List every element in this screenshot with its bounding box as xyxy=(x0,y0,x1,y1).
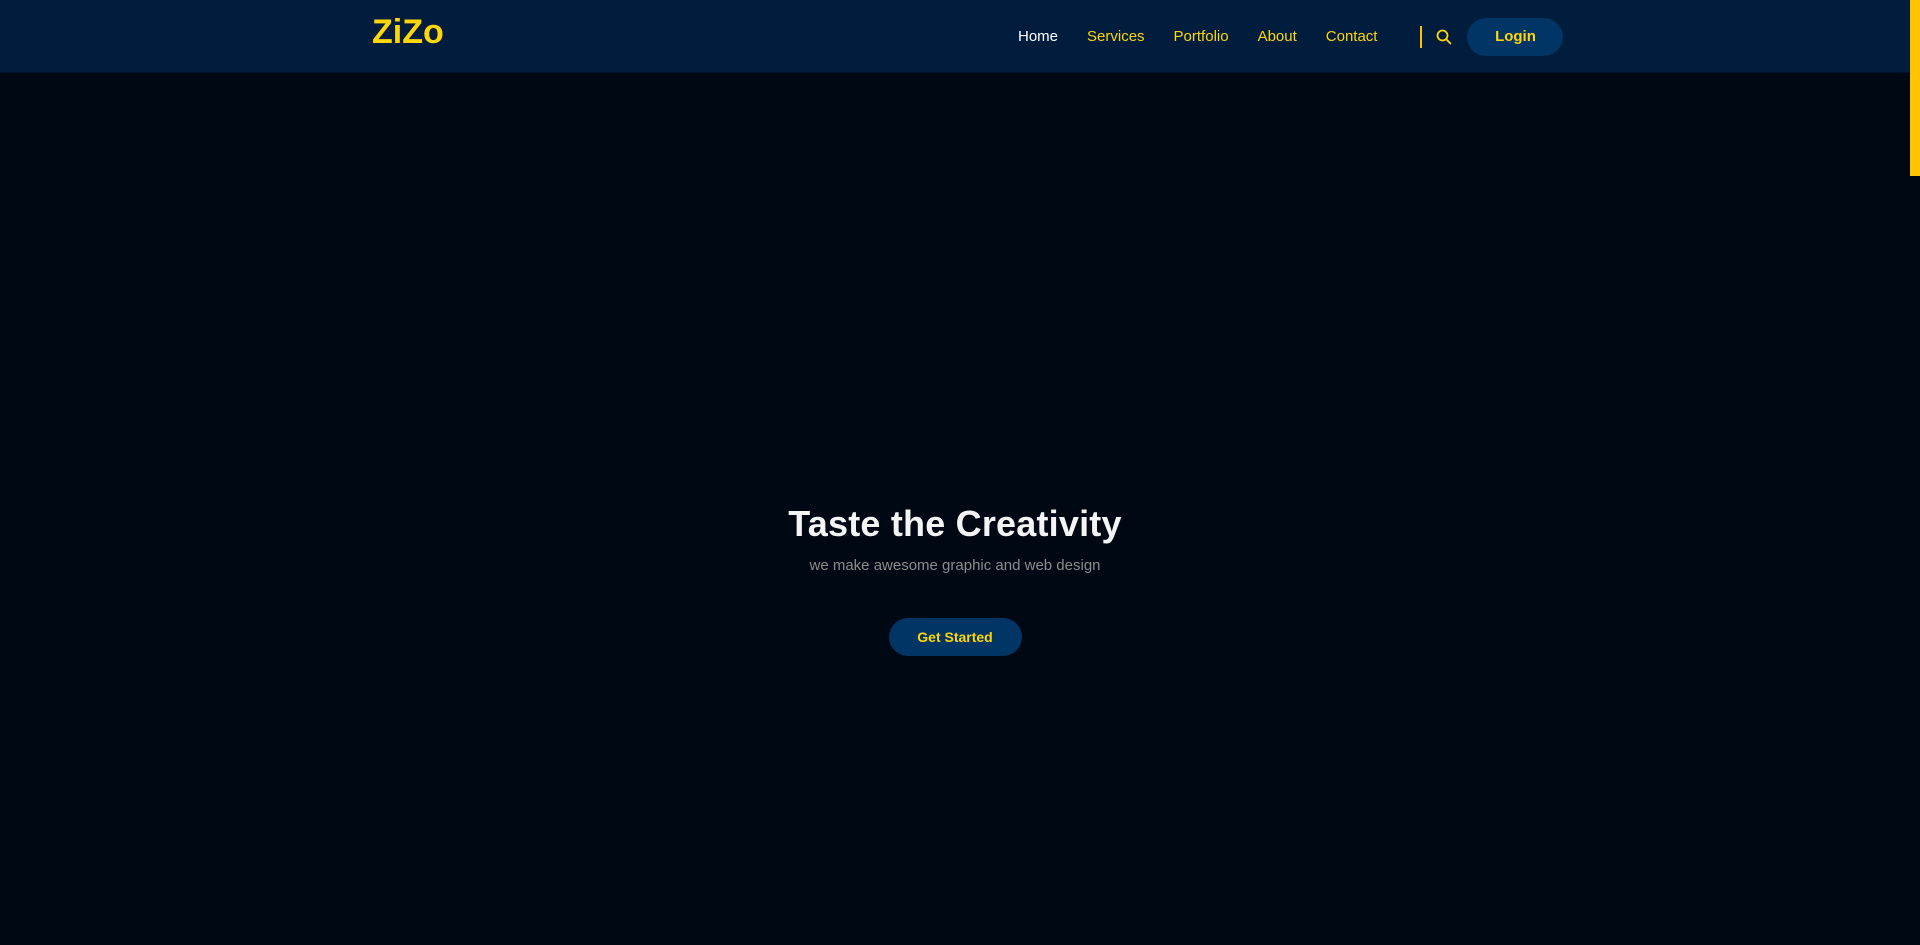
nav-item-home[interactable]: Home xyxy=(1018,28,1058,45)
get-started-button[interactable]: Get Started xyxy=(888,618,1022,656)
search-icon[interactable] xyxy=(1434,27,1454,47)
site-logo[interactable]: ZiZo xyxy=(372,13,444,52)
hero-subtitle: we make awesome graphic and web design xyxy=(809,557,1101,574)
nav-item-contact[interactable]: Contact xyxy=(1326,28,1378,45)
nav-item-about[interactable]: About xyxy=(1258,28,1297,45)
hero-section: Taste the Creativity we make awesome gra… xyxy=(0,73,1910,945)
page: ZiZo Home Services Portfolio About Conta… xyxy=(0,0,1920,945)
scroll-progress-thumb[interactable] xyxy=(1910,0,1920,176)
login-button[interactable]: Login xyxy=(1467,17,1564,56)
nav-divider xyxy=(1420,25,1423,48)
site-header: ZiZo Home Services Portfolio About Conta… xyxy=(0,0,1910,73)
scroll-progress-track xyxy=(1910,0,1920,945)
nav-item-services[interactable]: Services xyxy=(1087,28,1145,45)
nav-item-portfolio[interactable]: Portfolio xyxy=(1174,28,1229,45)
hero-title: Taste the Creativity xyxy=(788,503,1122,544)
main-nav: Home Services Portfolio About Contact Lo… xyxy=(1018,0,1564,73)
